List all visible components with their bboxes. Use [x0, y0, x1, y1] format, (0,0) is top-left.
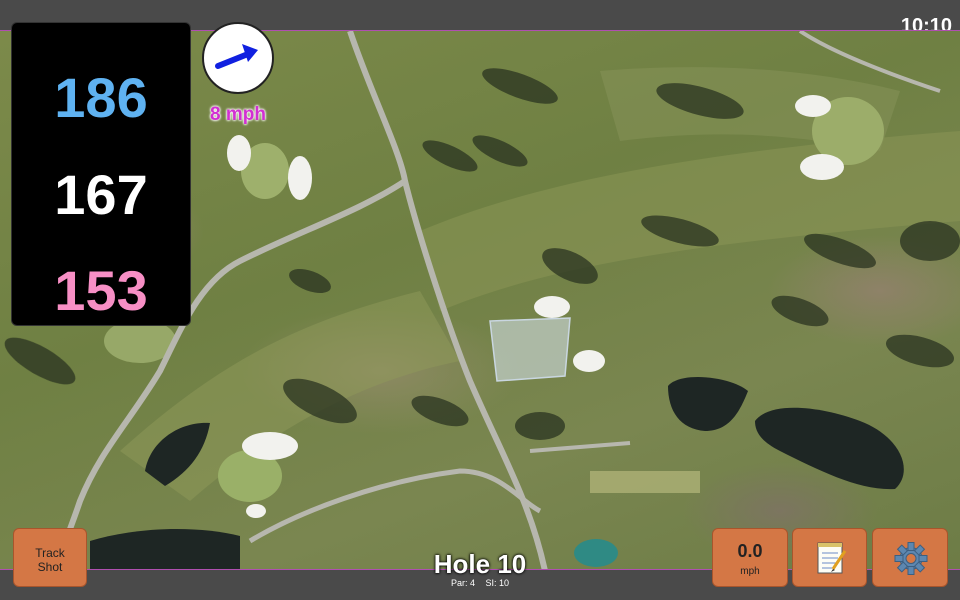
hole-par: Par: 4: [450, 578, 475, 588]
gear-icon: [894, 542, 928, 575]
wind-indicator: [202, 22, 274, 94]
settings-button[interactable]: [872, 528, 948, 587]
speed-unit: mph: [740, 566, 760, 577]
track-shot-label-line2: Shot: [37, 560, 63, 574]
distance-panel: 186 167 153: [11, 22, 191, 326]
arrow-icon: [215, 44, 258, 69]
front-distance: 153: [54, 259, 148, 322]
back-distance: 186: [54, 66, 148, 129]
notes-button[interactable]: [792, 528, 867, 587]
speed-button[interactable]: 0.0 mph: [712, 528, 788, 587]
speed-value: 0.0: [737, 541, 763, 561]
hole-stroke-index: SI: 10: [485, 578, 510, 588]
wind-speed-label: 8 mph: [210, 104, 266, 125]
center-distance: 167: [54, 163, 148, 226]
track-shot-button[interactable]: Track Shot: [13, 528, 87, 587]
track-shot-label-line1: Track: [35, 546, 65, 560]
hole-title: Hole 10: [433, 549, 527, 579]
notepad-icon: [817, 542, 847, 574]
hole-info: Par: 4 SI: 10: [380, 578, 580, 588]
